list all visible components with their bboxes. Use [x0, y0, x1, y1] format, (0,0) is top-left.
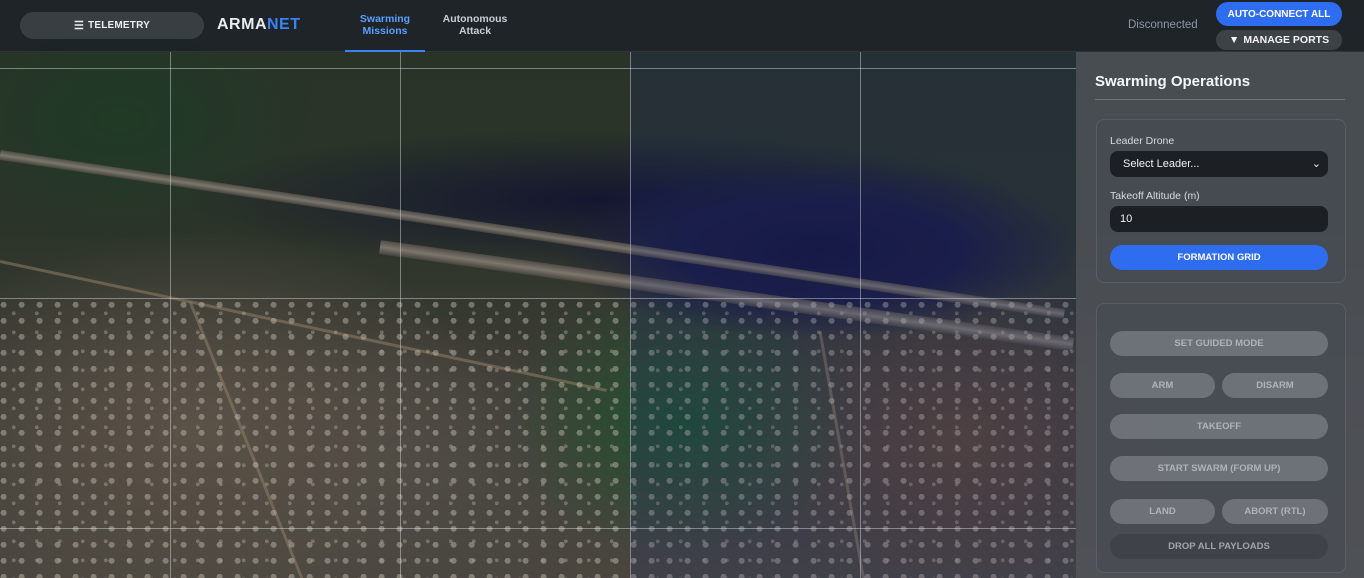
manage-ports-label: MANAGE PORTS [1243, 34, 1330, 46]
map-grid-line [170, 52, 171, 578]
set-guided-mode-button[interactable]: SET GUIDED MODE [1110, 331, 1328, 356]
map-grid-line [0, 68, 1076, 69]
panel-divider [1095, 99, 1345, 100]
map-grid-line [400, 52, 401, 578]
telemetry-label: TELEMETRY [88, 20, 151, 31]
leader-drone-select[interactable]: Select Leader... ⌄ [1110, 151, 1328, 177]
leader-select-value: Select Leader... [1123, 158, 1200, 170]
panel-title: Swarming Operations [1095, 73, 1251, 90]
disarm-button[interactable]: DISARM [1222, 373, 1328, 398]
map-grid-line [630, 52, 631, 578]
formation-grid-button[interactable]: FORMATION GRID [1110, 245, 1328, 270]
land-button[interactable]: LAND [1110, 499, 1215, 524]
takeoff-button[interactable]: TAKEOFF [1110, 414, 1328, 439]
start-swarm-button[interactable]: START SWARM (FORM UP) [1110, 456, 1328, 481]
connection-status: Disconnected [1128, 19, 1198, 31]
brand-text-highlight: NET [267, 16, 301, 33]
swarm-setup-card: Leader Drone Select Leader... ⌄ Takeoff … [1096, 119, 1346, 283]
tab-label-line: Autonomous [442, 13, 508, 25]
abort-rtl-button[interactable]: ABORT (RTL) [1222, 499, 1328, 524]
flight-controls-card: SET GUIDED MODE ARM DISARM TAKEOFF START… [1096, 303, 1346, 573]
telemetry-toggle-button[interactable]: ☰ TELEMETRY [20, 12, 204, 39]
map-grid-line [0, 528, 1076, 529]
tab-label-line: Attack [458, 25, 492, 37]
leader-drone-label: Leader Drone [1110, 135, 1175, 147]
auto-connect-all-button[interactable]: AUTO-CONNECT ALL [1216, 2, 1342, 26]
top-bar: ☰ TELEMETRY ARMANET Swarming Missions Au… [0, 0, 1364, 52]
app-root: ☰ TELEMETRY ARMANET Swarming Missions Au… [0, 0, 1364, 578]
brand-text-primary: ARMA [217, 16, 267, 33]
swarming-operations-panel: Swarming Operations Leader Drone Select … [1076, 52, 1364, 578]
tab-autonomous-attack[interactable]: Autonomous Attack [432, 13, 518, 37]
takeoff-altitude-value: 10 [1120, 213, 1133, 225]
brand-logo: ARMANET [217, 16, 301, 34]
tab-label-line: Missions [362, 25, 408, 37]
tab-label-line: Swarming [359, 13, 411, 25]
drop-all-payloads-button[interactable]: DROP ALL PAYLOADS [1110, 534, 1328, 559]
caret-down-icon: ▼ [1228, 34, 1240, 46]
arm-button[interactable]: ARM [1110, 373, 1215, 398]
takeoff-altitude-label: Takeoff Altitude (m) [1110, 190, 1200, 202]
map-grid-line [0, 298, 1076, 299]
takeoff-altitude-input[interactable]: 10 [1110, 206, 1328, 232]
chevron-down-icon: ⌄ [1311, 158, 1321, 170]
menu-icon: ☰ [73, 20, 85, 32]
tab-swarming-missions[interactable]: Swarming Missions [345, 13, 425, 52]
manage-ports-button[interactable]: ▼ MANAGE PORTS [1216, 30, 1342, 50]
map-grid-line [860, 52, 861, 578]
map-overlay-tint [630, 52, 1076, 578]
